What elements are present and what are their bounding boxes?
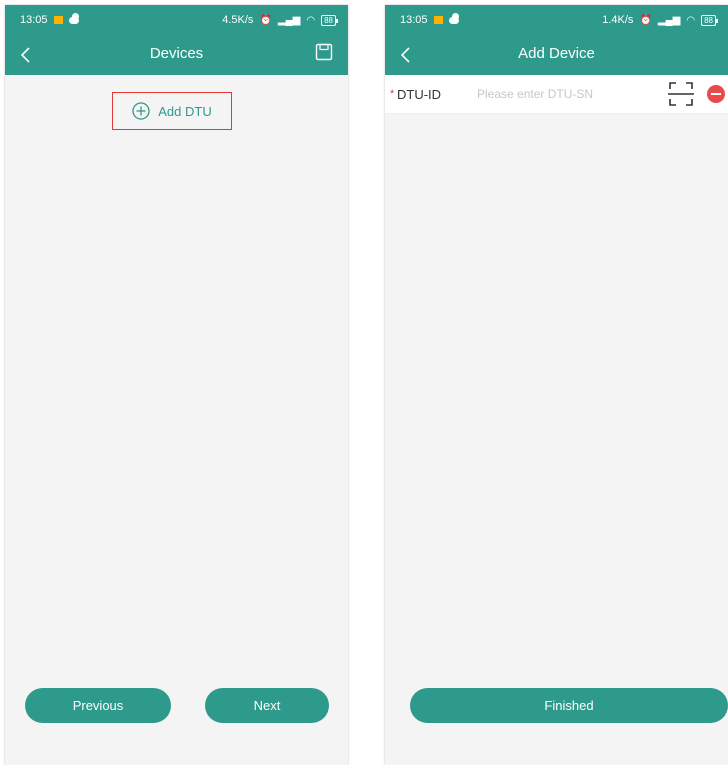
status-time: 13:05 xyxy=(400,14,428,26)
network-speed: 4.5K/s xyxy=(222,14,254,26)
status-bar: 13:05 4.5K/s ⏰ ▂▄▆ ◠ 88 xyxy=(5,5,348,35)
weather-icon xyxy=(68,12,79,24)
add-dtu-button[interactable]: Add DTU xyxy=(112,92,232,130)
battery-icon: 88 xyxy=(701,14,718,26)
battery-icon: 88 xyxy=(321,14,338,26)
wifi-icon: ◠ xyxy=(686,14,696,26)
next-button[interactable]: Next xyxy=(205,688,329,723)
page-title: Add Device xyxy=(518,45,595,62)
previous-button[interactable]: Previous xyxy=(25,688,171,723)
signal-icon: ▂▄▆ xyxy=(657,14,681,26)
save-icon[interactable] xyxy=(315,43,333,61)
add-dtu-label: Add DTU xyxy=(158,103,212,119)
dtu-sn-input[interactable] xyxy=(477,84,637,104)
remove-icon[interactable] xyxy=(707,85,725,103)
alarm-icon: ⏰ xyxy=(259,14,272,26)
nav-bar: Devices xyxy=(5,35,348,75)
header: 13:05 1.4K/s ⏰ ▂▄▆ ◠ 88 Add Device xyxy=(385,5,728,75)
notification-icon xyxy=(53,16,63,24)
status-time: 13:05 xyxy=(20,14,48,26)
notification-icon xyxy=(433,16,443,24)
nav-bar: Add Device xyxy=(385,35,728,75)
page-title: Devices xyxy=(149,45,204,62)
required-mark: * xyxy=(390,88,395,100)
devices-screen: 13:05 4.5K/s ⏰ ▂▄▆ ◠ 88 Devices Add DTU … xyxy=(5,5,348,765)
finished-button[interactable]: Finished xyxy=(410,688,728,723)
header: 13:05 4.5K/s ⏰ ▂▄▆ ◠ 88 Devices xyxy=(5,5,348,75)
status-bar: 13:05 1.4K/s ⏰ ▂▄▆ ◠ 88 xyxy=(385,5,728,35)
add-device-screen: 13:05 1.4K/s ⏰ ▂▄▆ ◠ 88 Add Device * DTU… xyxy=(385,5,728,765)
scan-icon[interactable] xyxy=(668,81,694,107)
wifi-icon: ◠ xyxy=(306,14,316,26)
plus-circle-icon xyxy=(132,102,150,120)
dtu-id-row: * DTU-ID xyxy=(385,75,728,114)
dtu-id-label: DTU-ID xyxy=(397,87,442,102)
network-speed: 1.4K/s xyxy=(602,14,634,26)
weather-icon xyxy=(448,12,459,24)
alarm-icon: ⏰ xyxy=(639,14,652,26)
signal-icon: ▂▄▆ xyxy=(277,14,301,26)
